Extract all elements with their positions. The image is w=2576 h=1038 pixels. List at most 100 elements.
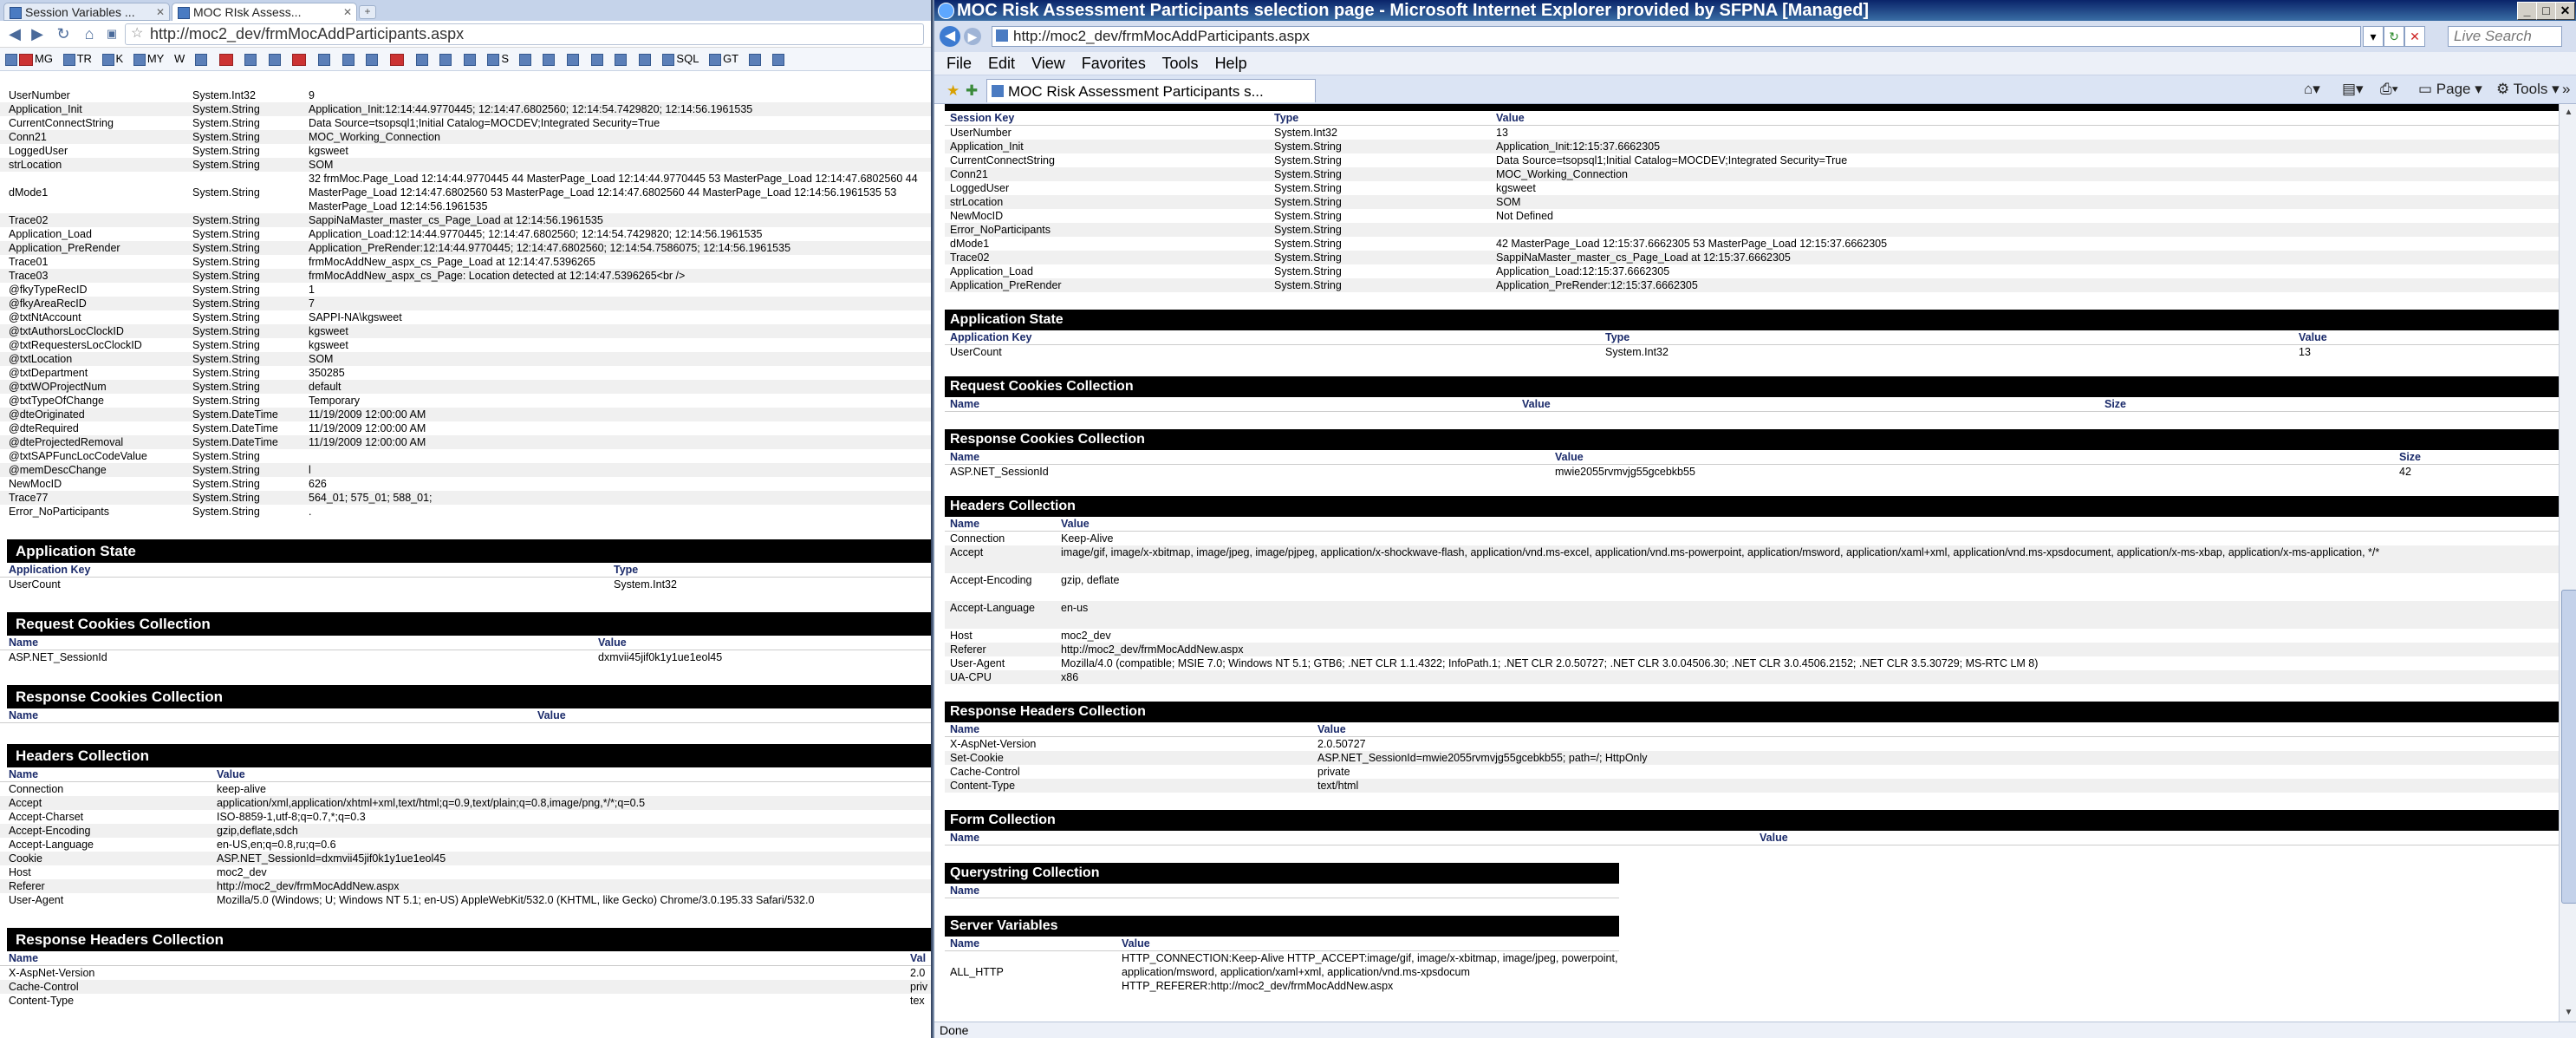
bookmark-item[interactable]	[415, 48, 430, 70]
menu-favorites[interactable]: Favorites	[1082, 55, 1146, 72]
bookmark-item[interactable]: GT	[709, 48, 738, 70]
bookmark-icon	[292, 54, 307, 66]
table-row: NewMocID System.String Not Defined	[950, 210, 1554, 222]
bookmark-item[interactable]	[244, 48, 258, 70]
ie-titlebar: MOC Risk Assessment Participants selecti…	[934, 0, 2576, 21]
page-icon: ▭	[2418, 81, 2433, 97]
bookmark-icon	[133, 54, 146, 66]
bookmark-item[interactable]	[638, 48, 653, 70]
tools-menu-button[interactable]: ⚙ Tools ▾	[2496, 81, 2560, 98]
headers-collection-heading: Headers Collection	[7, 744, 931, 767]
back-arrow-icon[interactable]: ◀	[940, 26, 960, 47]
bookmark-item[interactable]	[748, 48, 763, 70]
bookmark-item[interactable]: TR	[62, 48, 92, 70]
column-header: Value	[1550, 450, 2394, 465]
close-icon[interactable]: ✕	[156, 3, 165, 20]
bookmark-item[interactable]	[590, 48, 605, 70]
column-header: Name	[945, 722, 1312, 737]
close-icon[interactable]: ✕	[343, 3, 352, 21]
refresh-icon[interactable]: ↻	[2384, 26, 2404, 47]
chrome-tab-moc-risk[interactable]: MOC RIsk Assess... ✕	[172, 3, 357, 21]
bookmark-item[interactable]: K	[101, 48, 123, 70]
chrome-tab-session-variables[interactable]: Session Variables ... ✕	[3, 3, 170, 21]
chevron-right-icon[interactable]: »	[2562, 81, 2570, 98]
scroll-up-arrow-icon[interactable]: ▲	[2561, 106, 2576, 120]
vertical-scrollbar[interactable]: ▲ ▼	[2559, 104, 2576, 1022]
add-page-icon[interactable]: ▣	[102, 25, 121, 42]
bookmark-item[interactable]: S	[487, 48, 509, 70]
home-icon[interactable]: ⌂	[80, 25, 99, 42]
bookmark-item[interactable]: MY	[133, 48, 164, 70]
ie-tab-moc-risk[interactable]: MOC Risk Assessment Participants s...	[986, 79, 1316, 102]
bookmark-item[interactable]	[518, 48, 533, 70]
bookmark-item[interactable]	[543, 48, 556, 70]
application-state-table: Application Key Type UserCount System.Int3…	[0, 563, 931, 591]
bookmark-item[interactable]	[463, 48, 478, 70]
add-favorite-icon[interactable]: ✚	[966, 82, 978, 100]
favorites-star-icon[interactable]: ★	[946, 82, 959, 100]
bookmark-icon	[318, 54, 330, 66]
session-state-block: Session Key Type Value UserNumber System.In…	[945, 111, 2559, 292]
bookmark-item[interactable]	[389, 48, 406, 70]
bookmark-icon	[415, 54, 428, 66]
scroll-down-arrow-icon[interactable]: ▼	[2561, 1006, 2576, 1020]
response-cookies-heading: Response Cookies Collection	[7, 685, 931, 708]
bookmark-item[interactable]	[292, 48, 308, 70]
menu-file[interactable]: File	[946, 55, 972, 72]
ie-logo-icon	[938, 3, 954, 19]
bookmark-item[interactable]	[342, 48, 356, 70]
bookmark-icon	[518, 54, 531, 66]
table-row: Accept-Language en-us	[945, 601, 2559, 629]
bookmark-item[interactable]	[194, 48, 209, 70]
menu-view[interactable]: View	[1031, 55, 1065, 72]
menu-help[interactable]: Help	[1215, 55, 1247, 72]
back-arrow-icon[interactable]: ◀	[5, 25, 24, 42]
column-header-row: Name Value	[945, 517, 2559, 532]
bookmark-item[interactable]: MG	[5, 48, 53, 70]
table-row: Host moc2_dev	[950, 630, 1111, 642]
application-state-table: Application Key Type Value UserCount System…	[945, 330, 2559, 359]
arrows-icon	[5, 54, 17, 66]
reload-icon[interactable]: ↻	[54, 25, 73, 42]
bookmark-item[interactable]	[218, 48, 235, 70]
close-icon[interactable]: ✕	[2555, 2, 2575, 20]
bookmark-item[interactable]	[318, 48, 332, 70]
maximize-icon[interactable]: □	[2536, 2, 2556, 20]
table-row: ASP.NET_SessionId mwie2055rvmvjg55gcebkb5…	[950, 466, 2411, 478]
bookmark-item[interactable]	[566, 48, 581, 70]
bookmark-item[interactable]	[366, 48, 380, 70]
minimize-icon[interactable]: _	[2517, 2, 2537, 20]
table-row: @txtAuthorsLocClockID System.String kgswee…	[0, 324, 931, 338]
address-input[interactable]: http://moc2_dev/frmMocAddParticipants.as…	[992, 26, 2361, 47]
table-row: UserNumber System.Int32 9	[9, 89, 315, 101]
live-search-input[interactable]: Live Search	[2448, 26, 2562, 47]
bookmark-item[interactable]: W	[174, 48, 185, 70]
bookmark-icon	[268, 54, 281, 66]
new-tab-button[interactable]: +	[359, 5, 376, 19]
bookmark-item[interactable]	[772, 48, 786, 70]
star-icon[interactable]: ☆	[131, 24, 143, 43]
column-header: Value	[1312, 722, 2559, 737]
feeds-icon[interactable]: ▤▾	[2342, 81, 2364, 98]
menu-tools[interactable]: Tools	[1162, 55, 1199, 72]
forward-arrow-icon[interactable]: ▶	[28, 25, 47, 42]
dropdown-arrow-icon[interactable]: ▾	[2363, 26, 2384, 47]
home-icon[interactable]: ⌂▾	[2304, 81, 2320, 98]
menu-edit[interactable]: Edit	[988, 55, 1015, 72]
bookmark-item[interactable]	[268, 48, 283, 70]
table-row: @txtRequestersLocClockID System.String kgs…	[9, 339, 348, 351]
table-row: X-AspNet-Version 2.0	[9, 967, 926, 979]
forward-arrow-icon[interactable]: ▶	[964, 28, 981, 45]
response-cookies-table: Name Value	[0, 708, 931, 723]
stop-icon[interactable]: ✕	[2404, 26, 2425, 47]
column-header: Size	[2099, 397, 2559, 412]
column-header: Application Key	[945, 330, 1600, 345]
omnibox[interactable]: ☆ http://moc2_dev/frmMocAddParticipants.…	[125, 23, 924, 45]
bookmark-item[interactable]	[615, 48, 628, 70]
scrollbar-thumb[interactable]	[2561, 590, 2576, 904]
bookmark-item[interactable]: SQL	[662, 48, 699, 70]
print-icon[interactable]: ⎙▾	[2380, 81, 2398, 98]
bookmark-item[interactable]	[439, 48, 453, 70]
response-cookies-table: Name Value Size ASP.NET_SessionId mwie2055r…	[945, 450, 2559, 479]
page-menu-button[interactable]: ▭ Page ▾	[2418, 81, 2482, 98]
